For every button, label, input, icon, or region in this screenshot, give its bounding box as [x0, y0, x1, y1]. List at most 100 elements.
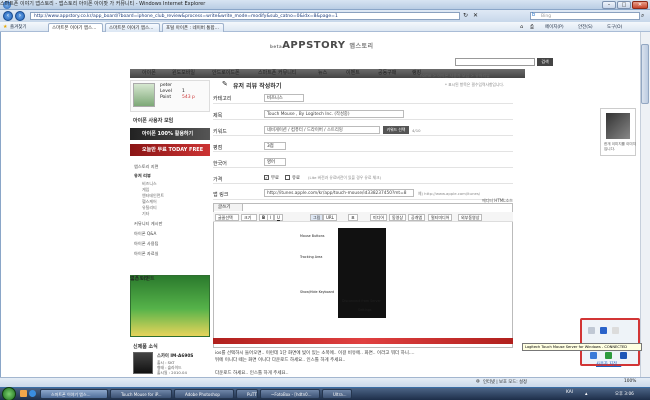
profile-level-label: Level: [160, 89, 172, 94]
tool-video[interactable]: 동영상: [389, 214, 407, 221]
banner-today-free[interactable]: 오늘만 무료 TODAY FREE: [130, 144, 210, 156]
language-select[interactable]: 영어: [264, 158, 286, 166]
zoom-level[interactable]: 100%: [624, 379, 636, 384]
taskbar-ie[interactable]: 스마트폰 이야기 앱스...: [40, 389, 108, 399]
sidebar-section-title: 아이폰 사용자 모임: [133, 118, 174, 124]
home-icon[interactable]: ⌂: [520, 24, 523, 30]
breadcrumb: home > 아이폰 사용자 모임 > 유저리뷰: [420, 73, 490, 78]
taskbar-putty[interactable]: PuTTY: [236, 389, 258, 399]
required-note: * 표시된 항목은 필수입력사항입니다.: [445, 82, 505, 87]
rating-select[interactable]: 3점: [264, 142, 286, 150]
tool-media[interactable]: 미디어: [370, 214, 388, 221]
start-button[interactable]: [2, 387, 16, 400]
link-input[interactable]: http://itunes.apple.com/kr/app/touch-mou…: [264, 189, 414, 197]
sidebar-item-qna[interactable]: 아이폰 Q&A: [134, 231, 156, 237]
tool-external-video[interactable]: 외부동영상: [458, 214, 483, 221]
language-label: 한국어: [213, 161, 227, 167]
page-menu[interactable]: 페이지(P): [545, 24, 564, 30]
tab-naver[interactable]: 포털 아이폰 : 네이버 통합...: [162, 23, 224, 32]
row-rating: [213, 140, 513, 152]
subject-input[interactable]: Touch Mouse , By Logitech Inc. (작성중): [264, 110, 404, 118]
tool-font[interactable]: 글꼴선택: [215, 214, 239, 221]
ime-indicator[interactable]: KAI: [566, 390, 573, 395]
product-name[interactable]: 스카이 IM-A690S: [157, 353, 193, 359]
price-free-label: 무료: [271, 176, 279, 181]
tray-tooltip: Logitech Touch Mouse Server for Windows …: [522, 343, 642, 351]
keyword-select-button[interactable]: 키워드 선택: [383, 126, 409, 134]
address-input[interactable]: http://www.appstory.co.kr/app_board/?boa…: [30, 12, 460, 20]
tray-speaker-icon[interactable]: [588, 327, 595, 334]
tool-app[interactable]: 공개앱: [408, 214, 426, 221]
tab-appstory-1[interactable]: 스마트폰 이야기 앱스...: [48, 23, 103, 32]
taskbar-ultra[interactable]: Ultra...: [322, 389, 352, 399]
search-icon[interactable]: ⌕: [641, 12, 644, 20]
tools-menu[interactable]: 도구(O): [607, 24, 622, 30]
taskbar-photoshop[interactable]: Adobe Photoshop: [174, 389, 234, 399]
quicklaunch-ie-icon[interactable]: [29, 390, 36, 397]
keyword-input[interactable]: 네비게이션 / 컴퓨터 / 드라이버 / 스트리밍: [264, 126, 380, 134]
profile-name[interactable]: peter: [160, 83, 172, 88]
tray-shield-icon[interactable]: [590, 352, 597, 359]
event-banner[interactable]: [130, 275, 210, 337]
window-title: 스마트폰 이야기 앱스토리 - 앱스토리 아이폰 아이팟 가 커뮤니티 - Wi…: [0, 1, 206, 7]
sidebar-item-board[interactable]: 커뮤니티 게시판: [134, 221, 162, 227]
close-button[interactable]: ✕: [632, 1, 648, 9]
price-free-checkbox[interactable]: ✓: [264, 175, 269, 180]
tool-url[interactable]: URL: [323, 214, 337, 221]
sidebar-item-appstory[interactable]: 앱스토리 지면: [134, 164, 158, 170]
keyword-count: 4/10: [412, 128, 421, 133]
taskbar-touch-mouse[interactable]: Touch Mouse for iP...: [110, 389, 172, 399]
product-phone-image[interactable]: [133, 352, 153, 374]
new-product-title: 신제품 소식: [133, 344, 158, 350]
avatar: [133, 83, 155, 107]
category-select[interactable]: 비즈니스: [264, 94, 304, 102]
link-label: 앱 링크: [213, 192, 229, 198]
tab-appstory-2[interactable]: 스마트폰 이야기 앱스...: [105, 23, 160, 32]
taskbar-clock[interactable]: 오후 3:06: [615, 391, 634, 397]
row-category: [213, 92, 513, 104]
banner-iphone-100[interactable]: 아이폰 100% 활용하기: [130, 128, 210, 140]
red-banner-strip: [213, 338, 513, 344]
back-button[interactable]: ‹: [3, 11, 13, 21]
rating-label: 평점: [213, 145, 223, 151]
callout-tracking-area: Tracking Area: [300, 255, 323, 259]
tray-flag-icon[interactable]: [612, 327, 619, 334]
tray-touch-mouse-icon[interactable]: [600, 327, 607, 334]
tray-network-icon[interactable]: [605, 352, 612, 359]
category-label: 카테고리: [213, 96, 232, 102]
tool-multimedia[interactable]: 멀티미디어: [428, 214, 453, 221]
sidebar-item-user-review[interactable]: 유저 리뷰: [134, 173, 151, 179]
taskbar-fotobox[interactable]: ~FotoBox - [hdtn0...: [260, 389, 320, 399]
quicklaunch-explorer-icon[interactable]: [20, 390, 27, 397]
price-note: (Lite 버전과 유료버전이 있을 경우 유료 체크): [308, 175, 382, 180]
safety-menu[interactable]: 안전(S): [578, 24, 593, 30]
tool-underline[interactable]: U: [274, 214, 283, 221]
site-search-input[interactable]: [455, 58, 535, 66]
favorites-star-icon[interactable]: ★: [3, 24, 7, 30]
callout-disconnect: Disconnect from Server: [342, 299, 381, 303]
forward-button[interactable]: ›: [15, 11, 25, 21]
site-search-button[interactable]: 검색: [537, 58, 553, 66]
minimize-button[interactable]: –: [602, 1, 616, 9]
price-paid-checkbox[interactable]: [285, 175, 290, 180]
sidebar-item-tips[interactable]: 아이폰 사용팁: [134, 241, 158, 247]
browser-search-input[interactable]: Bing: [530, 12, 640, 20]
subject-label: 제목: [213, 113, 223, 119]
sidebar-item-files[interactable]: 아이폰 자료실: [134, 251, 158, 257]
editor-tab[interactable]: 글쓰기: [213, 203, 243, 211]
tool-table[interactable]: 표: [348, 214, 358, 221]
stop-icon[interactable]: ✕: [473, 12, 481, 20]
site-logo[interactable]: betaAPPSTORY 앱스토리: [270, 40, 374, 51]
tool-image[interactable]: 그림: [310, 214, 324, 221]
tray-app-icon[interactable]: [620, 352, 627, 359]
tray-expand-icon[interactable]: ▴: [585, 391, 588, 397]
favorites-button[interactable]: 즐겨찾기: [10, 24, 27, 30]
product-spec-3: 출시일 : 2010.04: [157, 370, 187, 375]
tool-size[interactable]: 크기: [241, 214, 257, 221]
print-icon[interactable]: ⎙: [530, 24, 534, 30]
maximize-button[interactable]: □: [617, 1, 631, 9]
sidebar-sub-etc[interactable]: 기타: [142, 211, 149, 217]
tray-customize-link[interactable]: 사용자 지정...: [596, 361, 621, 367]
refresh-icon[interactable]: ↻: [463, 12, 471, 20]
status-zone[interactable]: 인터넷 | 보호 모드: 설정: [483, 379, 527, 385]
